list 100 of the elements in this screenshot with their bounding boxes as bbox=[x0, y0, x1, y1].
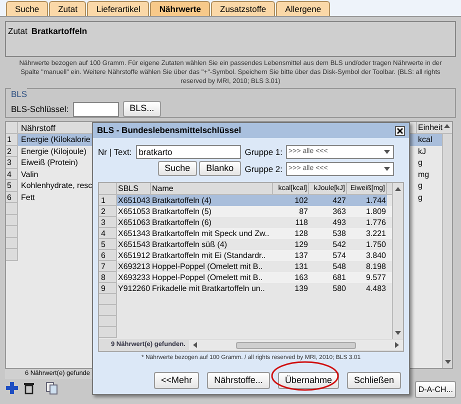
table-cell[interactable]: 427 bbox=[309, 195, 347, 206]
bls-button[interactable]: BLS... bbox=[122, 101, 162, 117]
dialog-button[interactable]: Nährstoffe... bbox=[207, 372, 270, 390]
table-cell[interactable]: 548 bbox=[309, 261, 347, 272]
table-cell[interactable]: 102 bbox=[273, 195, 309, 206]
table-cell[interactable]: X651043 bbox=[117, 195, 151, 206]
table-cell[interactable]: 1.744 bbox=[347, 195, 387, 206]
table-cell[interactable]: Hoppel-Poppel (Omelett mit B.. bbox=[151, 272, 273, 283]
tab[interactable]: Allergene bbox=[276, 1, 330, 16]
row-number: 4 bbox=[6, 168, 18, 180]
row-number: 5 bbox=[6, 180, 18, 192]
table-cell[interactable]: X651912 bbox=[117, 250, 151, 261]
ingredient-name: Bratkartoffeln bbox=[31, 25, 88, 38]
table-cell[interactable]: Bratkartoffeln (4) bbox=[151, 195, 273, 206]
table-cell[interactable]: Energie (Kilojoule) bbox=[21, 146, 86, 156]
table-cell[interactable]: Hoppel-Poppel (Omelett mit B.. bbox=[151, 261, 273, 272]
table-cell[interactable]: 87 bbox=[273, 206, 309, 217]
table-cell[interactable]: X651053 bbox=[117, 206, 151, 217]
row-number: 4 bbox=[99, 228, 117, 239]
copy-icon[interactable] bbox=[45, 381, 59, 395]
table-cell[interactable]: Bratkartoffeln mit Ei (Standardr.. bbox=[151, 250, 273, 261]
scroll-up-icon[interactable] bbox=[394, 185, 402, 193]
table-cell[interactable]: X651543 bbox=[117, 239, 151, 250]
scroll-left-icon[interactable] bbox=[191, 341, 199, 349]
table-cell[interactable]: 363 bbox=[309, 206, 347, 217]
bls-key-field[interactable] bbox=[72, 102, 119, 116]
table-cell[interactable]: 131 bbox=[273, 261, 309, 272]
table-cell[interactable]: Bratkartoffeln (6) bbox=[151, 217, 273, 228]
column-header[interactable]: SBLS bbox=[117, 183, 151, 194]
table-cell[interactable]: 137 bbox=[273, 250, 309, 261]
dialog-button[interactable]: Schließen bbox=[346, 372, 401, 390]
table-cell[interactable]: 129 bbox=[273, 239, 309, 250]
table-cell[interactable]: 681 bbox=[309, 272, 347, 283]
table-cell[interactable]: X693213 bbox=[117, 261, 151, 272]
table-cell[interactable]: 9.577 bbox=[347, 272, 387, 283]
table-cell[interactable]: X651063 bbox=[117, 217, 151, 228]
dialog-button[interactable]: <<Mehr bbox=[154, 372, 200, 390]
table-cell[interactable]: Bratkartoffeln (5) bbox=[151, 206, 273, 217]
table-cell[interactable]: 542 bbox=[309, 239, 347, 250]
vertical-scrollbar[interactable] bbox=[392, 183, 403, 339]
tab[interactable]: Zutat bbox=[49, 1, 86, 16]
table-cell[interactable]: Frikadelle mit Bratkartoffeln un.. bbox=[151, 283, 273, 294]
table-cell[interactable]: kcal bbox=[416, 134, 443, 146]
table-cell[interactable]: g bbox=[416, 180, 443, 192]
table-cell[interactable]: Y912260 bbox=[117, 283, 151, 294]
vertical-scrollbar[interactable] bbox=[442, 134, 452, 368]
search-field[interactable]: bratkarto bbox=[136, 145, 241, 159]
table-cell[interactable]: X693233 bbox=[117, 272, 151, 283]
table-cell[interactable]: Kohlenhydrate, resc bbox=[21, 181, 92, 190]
trash-icon[interactable] bbox=[22, 381, 36, 395]
row-number: 6 bbox=[99, 250, 117, 261]
table-cell[interactable]: Valin bbox=[21, 170, 38, 178]
table-cell[interactable]: 3.221 bbox=[347, 228, 387, 239]
table-cell[interactable]: mg bbox=[416, 168, 443, 180]
table-cell[interactable]: kJ bbox=[416, 146, 443, 157]
tab[interactable]: Suche bbox=[6, 1, 48, 16]
table-cell[interactable]: Eiweiß (Protein) bbox=[21, 158, 78, 167]
table-cell[interactable]: 493 bbox=[309, 217, 347, 228]
scroll-right-icon[interactable] bbox=[393, 341, 401, 349]
table-cell[interactable]: Fett bbox=[21, 192, 35, 202]
close-icon[interactable] bbox=[395, 126, 405, 136]
dialog-button[interactable]: Übernahme bbox=[278, 372, 339, 390]
table-cell[interactable]: X651343 bbox=[117, 228, 151, 239]
table-cell[interactable]: g bbox=[416, 157, 443, 168]
tab[interactable]: Lieferartikel bbox=[87, 1, 150, 16]
table-cell[interactable]: 3.840 bbox=[347, 250, 387, 261]
row-number: 9 bbox=[99, 283, 117, 294]
blank-button[interactable]: Blanko bbox=[199, 161, 241, 176]
table-cell[interactable]: 8.198 bbox=[347, 261, 387, 272]
column-header[interactable]: Name bbox=[151, 183, 273, 194]
tab[interactable]: Zusatzstoffe bbox=[211, 1, 276, 16]
table-cell[interactable]: 574 bbox=[309, 250, 347, 261]
row-number: 1 bbox=[6, 134, 18, 146]
add-icon[interactable] bbox=[5, 381, 19, 395]
row-number: 1 bbox=[99, 195, 117, 206]
table-cell[interactable]: 1.750 bbox=[347, 239, 387, 250]
dropdown-caret-icon[interactable] bbox=[382, 165, 391, 173]
table-cell[interactable]: 139 bbox=[273, 283, 309, 294]
table-cell[interactable]: 4.483 bbox=[347, 283, 387, 294]
ingredient-label: Zutat bbox=[8, 25, 28, 38]
table-cell[interactable]: 118 bbox=[273, 217, 309, 228]
table-cell[interactable]: 1.776 bbox=[347, 217, 387, 228]
dach-button[interactable]: D-A-CH... bbox=[415, 381, 456, 398]
table-cell[interactable]: 128 bbox=[273, 228, 309, 239]
column-header[interactable]: Einheit bbox=[416, 122, 443, 133]
dropdown-caret-icon[interactable] bbox=[382, 148, 391, 156]
horizontal-scrollbar[interactable] bbox=[189, 340, 403, 350]
table-cell[interactable]: g bbox=[416, 192, 443, 203]
table-cell[interactable]: 1.809 bbox=[347, 206, 387, 217]
tab[interactable]: Nährwerte bbox=[150, 1, 210, 16]
table-cell[interactable]: 163 bbox=[273, 272, 309, 283]
table-cell[interactable]: Bratkartoffeln süß (4) bbox=[151, 239, 273, 250]
search-button[interactable]: Suche bbox=[158, 161, 198, 176]
table-cell[interactable]: 580 bbox=[309, 283, 347, 294]
scroll-up-icon[interactable] bbox=[443, 122, 451, 130]
table-cell[interactable]: Energie (Kilokalorie bbox=[21, 135, 90, 144]
table-cell[interactable]: Bratkartoffeln mit Speck und Zw.. bbox=[151, 228, 273, 239]
scroll-down-icon[interactable] bbox=[444, 358, 452, 366]
scroll-down-icon[interactable] bbox=[394, 329, 402, 337]
table-cell[interactable]: 538 bbox=[309, 228, 347, 239]
